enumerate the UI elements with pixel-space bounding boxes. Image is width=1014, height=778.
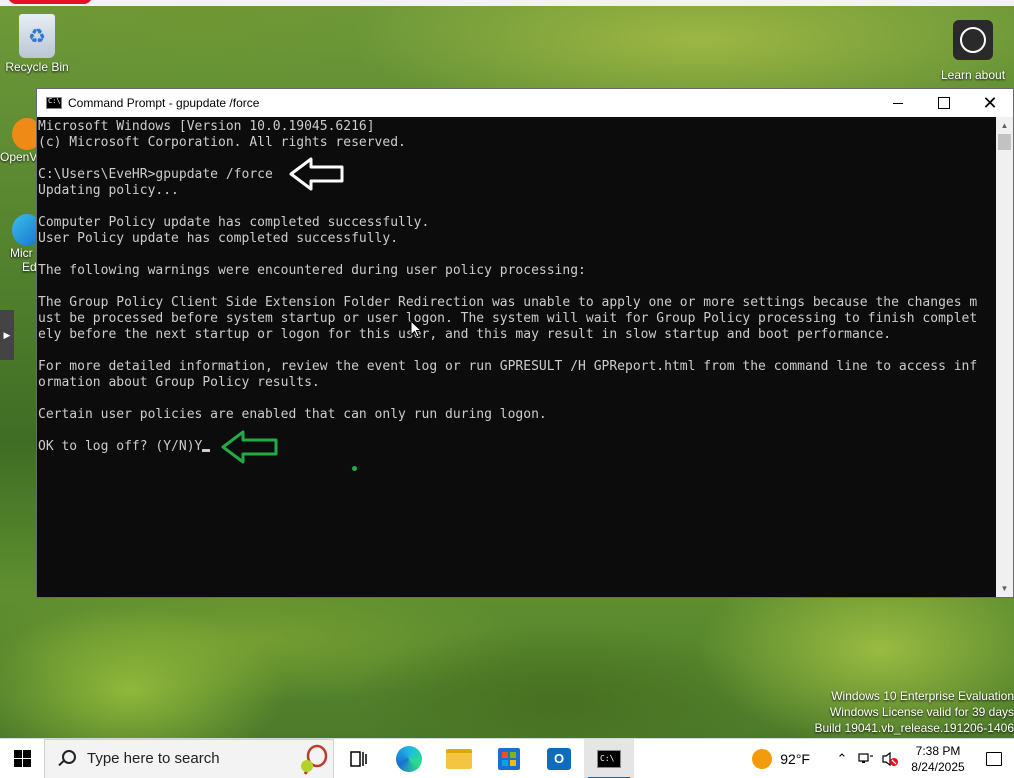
console-line: (c) Microsoft Corporation. All rights re… [38, 135, 406, 150]
close-button[interactable]: ✕ [967, 89, 1013, 117]
console-line: ormation about Group Policy results. [38, 375, 320, 390]
start-button[interactable] [0, 739, 44, 778]
watermark-line3: Build 19041.vb_release.191206-1406 [814, 721, 1014, 735]
store-icon [498, 747, 520, 770]
file-explorer-icon [446, 748, 472, 769]
network-icon[interactable] [856, 749, 876, 769]
console-line: Updating policy... [38, 183, 179, 198]
outlook-icon: O [547, 747, 571, 770]
minimize-button[interactable] [875, 89, 921, 117]
red-tab [8, 0, 92, 4]
console-scrollbar[interactable]: ▲ ▼ [996, 117, 1013, 597]
cmd-title: Command Prompt - gpupdate /force [68, 96, 260, 110]
maximize-button[interactable] [921, 89, 967, 117]
cmd-app-icon [46, 97, 62, 109]
task-view-button[interactable] [334, 739, 384, 778]
scroll-up-icon[interactable]: ▲ [996, 117, 1013, 134]
recycle-bin-icon [19, 14, 55, 58]
taskbar: Type here to search O C:\ 92°F ⌃ 7:38 PM… [0, 738, 1014, 778]
clock-date: 8/24/2025 [911, 759, 965, 774]
chevron-up-icon[interactable]: ⌃ [832, 749, 852, 769]
console-line: Certain user policies are enabled that c… [38, 407, 547, 422]
white-annotation-arrow-icon [289, 157, 344, 191]
scroll-thumb[interactable] [998, 134, 1011, 150]
edge-taskbar-button[interactable] [384, 739, 434, 778]
mouse-cursor-icon [410, 320, 422, 338]
search-icon [57, 749, 77, 769]
taskbar-clock[interactable]: 7:38 PM 8/24/2025 [902, 743, 974, 775]
green-dot [352, 466, 357, 471]
store-taskbar-button[interactable] [484, 739, 534, 778]
console-line: User Policy update has completed success… [38, 231, 399, 246]
learn-about-desktop-icon[interactable]: Learn about [936, 20, 1010, 82]
console-line: For more detailed information, review th… [38, 359, 978, 374]
text-cursor [202, 449, 211, 452]
file-explorer-taskbar-button[interactable] [434, 739, 484, 778]
task-view-icon [350, 750, 367, 767]
watermark-line1: Windows 10 Enterprise Evaluation [831, 689, 1014, 703]
learn-about-icon [953, 20, 993, 60]
scroll-down-icon[interactable]: ▼ [996, 580, 1013, 597]
console-line: Computer Policy update has completed suc… [38, 215, 430, 230]
command-prompt-window: Command Prompt - gpupdate /force ✕ Micro… [36, 88, 1014, 598]
green-annotation-arrow-icon [221, 430, 278, 464]
system-tray: 92°F ⌃ 7:38 PM 8/24/2025 [752, 739, 1014, 778]
outlook-taskbar-button[interactable]: O [534, 739, 584, 778]
volume-muted-icon[interactable] [880, 749, 900, 769]
search-placeholder: Type here to search [87, 750, 220, 767]
console-line: The following warnings were encountered … [38, 263, 586, 278]
console-line: The Group Policy Client Side Extension F… [38, 295, 978, 310]
weather-temperature: 92°F [780, 750, 810, 767]
taskbar-search-box[interactable]: Type here to search [44, 738, 334, 778]
recycle-bin-label: Recycle Bin [5, 60, 69, 74]
console-output[interactable]: Microsoft Windows [Version 10.0.19045.62… [37, 117, 997, 597]
recycle-bin-desktop-icon[interactable]: Recycle Bin [4, 14, 70, 74]
console-line: ely before the next startup or logon for… [38, 327, 892, 342]
command-prompt-taskbar-button[interactable]: C:\ [584, 738, 634, 778]
console-line: Microsoft Windows [Version 10.0.19045.62… [38, 119, 375, 134]
side-expand-tab[interactable]: ▶ [0, 310, 14, 360]
clock-time: 7:38 PM [915, 743, 961, 758]
watermark-line2: Windows License valid for 39 days [829, 705, 1014, 719]
console-line: C:\Users\EveHR>gpupdate /force [38, 167, 273, 182]
notification-center-button[interactable] [974, 739, 1014, 778]
sun-icon [752, 748, 773, 769]
edge-icon [396, 745, 422, 772]
cmd-titlebar[interactable]: Command Prompt - gpupdate /force ✕ [37, 89, 1013, 117]
notification-icon [986, 751, 1002, 766]
top-strip [0, 0, 1014, 6]
console-line: OK to log off? (Y/N)Y [38, 439, 997, 455]
learn-about-label: Learn about [940, 68, 1006, 82]
tennis-racket-icon [301, 744, 328, 775]
weather-widget[interactable]: 92°F [752, 748, 810, 769]
command-prompt-icon: C:\ [597, 749, 621, 768]
console-line: ust be processed before system startup o… [38, 311, 978, 326]
windows-license-watermark: Windows 10 Enterprise Evaluation Windows… [814, 688, 1014, 736]
windows-logo-icon [13, 750, 31, 767]
